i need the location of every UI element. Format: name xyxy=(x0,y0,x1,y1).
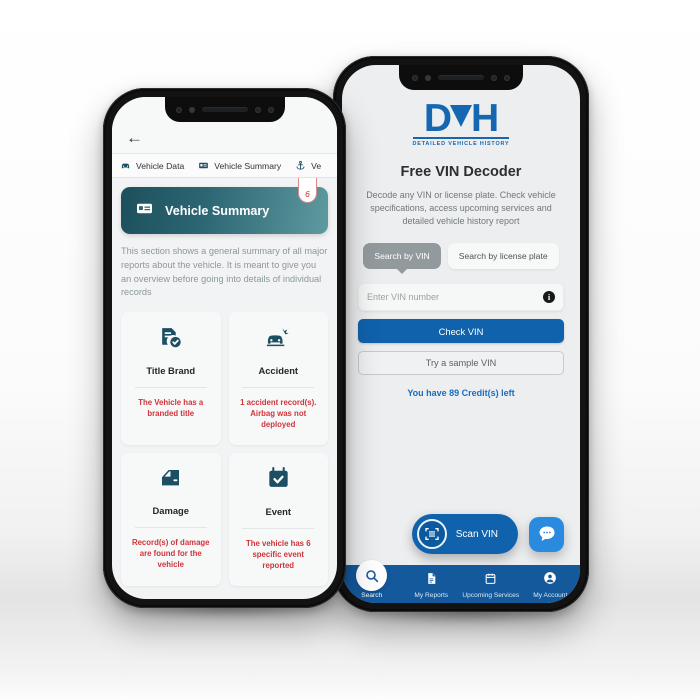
credits-remaining-label: You have 89 Credit(s) left xyxy=(407,388,515,399)
vehicle-summary-title: Vehicle Summary xyxy=(165,203,270,218)
card-damage[interactable]: Damage Record(s) of damage are found for… xyxy=(121,452,221,586)
id-card-icon xyxy=(135,199,154,223)
card-title-brand[interactable]: Title Brand The Vehicle has a branded ti… xyxy=(121,312,221,445)
card-title: Accident xyxy=(258,365,299,377)
floating-action-row: Scan VIN xyxy=(358,514,564,565)
chat-bubble-icon[interactable] xyxy=(529,516,564,552)
logo-letter-h: H xyxy=(470,97,499,140)
proximity-sensor-icon xyxy=(491,74,497,81)
tab-search-by-license-plate[interactable]: Search by license plate xyxy=(447,243,559,270)
dvh-logo-tagline: DETAILED VEHICLE HISTORY xyxy=(412,136,510,147)
right-phone-screen: D H DETAILED VEHICLE HISTORY Free VIN De… xyxy=(342,65,580,603)
earpiece-speaker xyxy=(438,75,484,80)
document-icon xyxy=(425,572,438,590)
qr-scan-icon xyxy=(416,519,447,549)
search-mode-segmented-control: Search by VIN Search by license plate xyxy=(358,243,564,270)
check-vin-button[interactable]: Check VIN xyxy=(358,319,564,344)
right-phone-notch xyxy=(399,65,523,90)
card-status: Record(s) of damage are found for the ve… xyxy=(131,537,210,569)
dvh-app-body: D H DETAILED VEHICLE HISTORY Free VIN De… xyxy=(342,65,580,565)
card-status: 1 accident record(s). Airbag was not dep… xyxy=(240,398,317,429)
try-sample-vin-button[interactable]: Try a sample VIN xyxy=(358,351,564,376)
report-content: Vehicle Summary 6 This section shows a g… xyxy=(112,178,337,599)
front-camera-icon xyxy=(188,106,195,113)
user-circle-icon xyxy=(543,571,557,590)
calendar-check-icon xyxy=(266,466,291,496)
tab-my-reports-label: My Reports xyxy=(414,592,449,599)
tab-search-label: Search xyxy=(361,592,383,599)
card-divider xyxy=(134,387,207,389)
left-phone-screen: ← Vehicle Data Vehicle Summary Ve Vehicl… xyxy=(112,97,337,599)
card-title: Event xyxy=(265,505,292,517)
back-arrow-icon[interactable]: ← xyxy=(122,127,327,153)
scan-vin-button[interactable]: Scan VIN xyxy=(411,514,518,554)
earpiece-speaker xyxy=(201,107,248,112)
right-phone-device: D H DETAILED VEHICLE HISTORY Free VIN De… xyxy=(333,56,589,612)
calendar-icon xyxy=(484,572,497,590)
tab-my-reports[interactable]: My Reports xyxy=(402,572,462,599)
tab-vehicle-data[interactable]: Vehicle Data xyxy=(120,160,184,171)
card-divider xyxy=(134,526,207,528)
left-phone-device: ← Vehicle Data Vehicle Summary Ve Vehicl… xyxy=(103,88,346,608)
logo-triangle-icon xyxy=(449,105,472,127)
proximity-sensor-icon xyxy=(254,106,261,113)
tab-vehicle-data-label: Vehicle Data xyxy=(136,160,185,171)
ambient-sensor-icon xyxy=(267,106,274,113)
report-card-grid: Title Brand The Vehicle has a branded ti… xyxy=(121,312,328,586)
tab-vehicle-third-label: Ve xyxy=(311,160,322,171)
sensor-dot-icon xyxy=(412,74,418,81)
dvh-logo-mark: D H xyxy=(423,97,499,140)
tab-search[interactable]: Search xyxy=(342,560,402,599)
page-title: Free VIN Decoder xyxy=(400,163,522,180)
card-event[interactable]: Event The vehicle has 6 specific event r… xyxy=(228,452,328,586)
anchor-icon xyxy=(295,160,306,171)
scan-vin-label: Scan VIN xyxy=(455,528,498,540)
id-card-icon xyxy=(198,160,209,171)
dvh-logo: D H DETAILED VEHICLE HISTORY xyxy=(412,97,510,147)
tab-my-account-label: My Account xyxy=(533,592,568,599)
card-accident[interactable]: Accident 1 accident record(s). Airbag wa… xyxy=(228,312,328,445)
card-title: Title Brand xyxy=(146,365,196,377)
front-camera-icon xyxy=(425,74,431,81)
card-status: The vehicle has 6 specific event reporte… xyxy=(245,538,311,570)
vin-input-placeholder: Enter VIN number xyxy=(367,292,440,303)
tab-vehicle-summary[interactable]: Vehicle Summary xyxy=(198,160,281,171)
card-status: The Vehicle has a branded title xyxy=(138,398,204,419)
car-front-icon xyxy=(120,160,131,171)
logo-letter-d: D xyxy=(423,97,452,140)
card-divider xyxy=(242,387,315,389)
screenshot-scene: D H DETAILED VEHICLE HISTORY Free VIN De… xyxy=(0,0,700,700)
page-description: Decode any VIN or license plate. Check v… xyxy=(366,189,556,227)
tab-vehicle-summary-label: Vehicle Summary xyxy=(214,160,282,171)
car-crash-icon xyxy=(265,325,292,355)
info-icon[interactable]: i xyxy=(543,291,555,304)
document-check-icon xyxy=(158,325,183,355)
ambient-sensor-icon xyxy=(504,74,510,81)
left-phone-notch xyxy=(164,97,285,122)
tab-my-account[interactable]: My Account xyxy=(521,571,581,599)
car-door-icon xyxy=(158,466,184,495)
vehicle-summary-header: Vehicle Summary 6 xyxy=(121,178,328,234)
card-divider xyxy=(242,527,315,529)
card-title: Damage xyxy=(152,504,189,516)
vin-input-field[interactable]: Enter VIN number i xyxy=(358,283,564,312)
status-badge: 6 xyxy=(298,178,317,203)
bottom-tab-bar: Search My Reports Upcoming Services My A… xyxy=(342,560,581,603)
tab-upcoming-services-label: Upcoming Services xyxy=(462,592,520,599)
tab-upcoming-services[interactable]: Upcoming Services xyxy=(461,572,521,599)
tab-vehicle-third[interactable]: Ve xyxy=(295,160,321,171)
report-tabs: Vehicle Data Vehicle Summary Ve xyxy=(112,153,337,178)
section-description: This section shows a general summary of … xyxy=(121,246,328,298)
tab-search-by-vin[interactable]: Search by VIN xyxy=(363,243,441,270)
sensor-dot-icon xyxy=(175,106,182,113)
